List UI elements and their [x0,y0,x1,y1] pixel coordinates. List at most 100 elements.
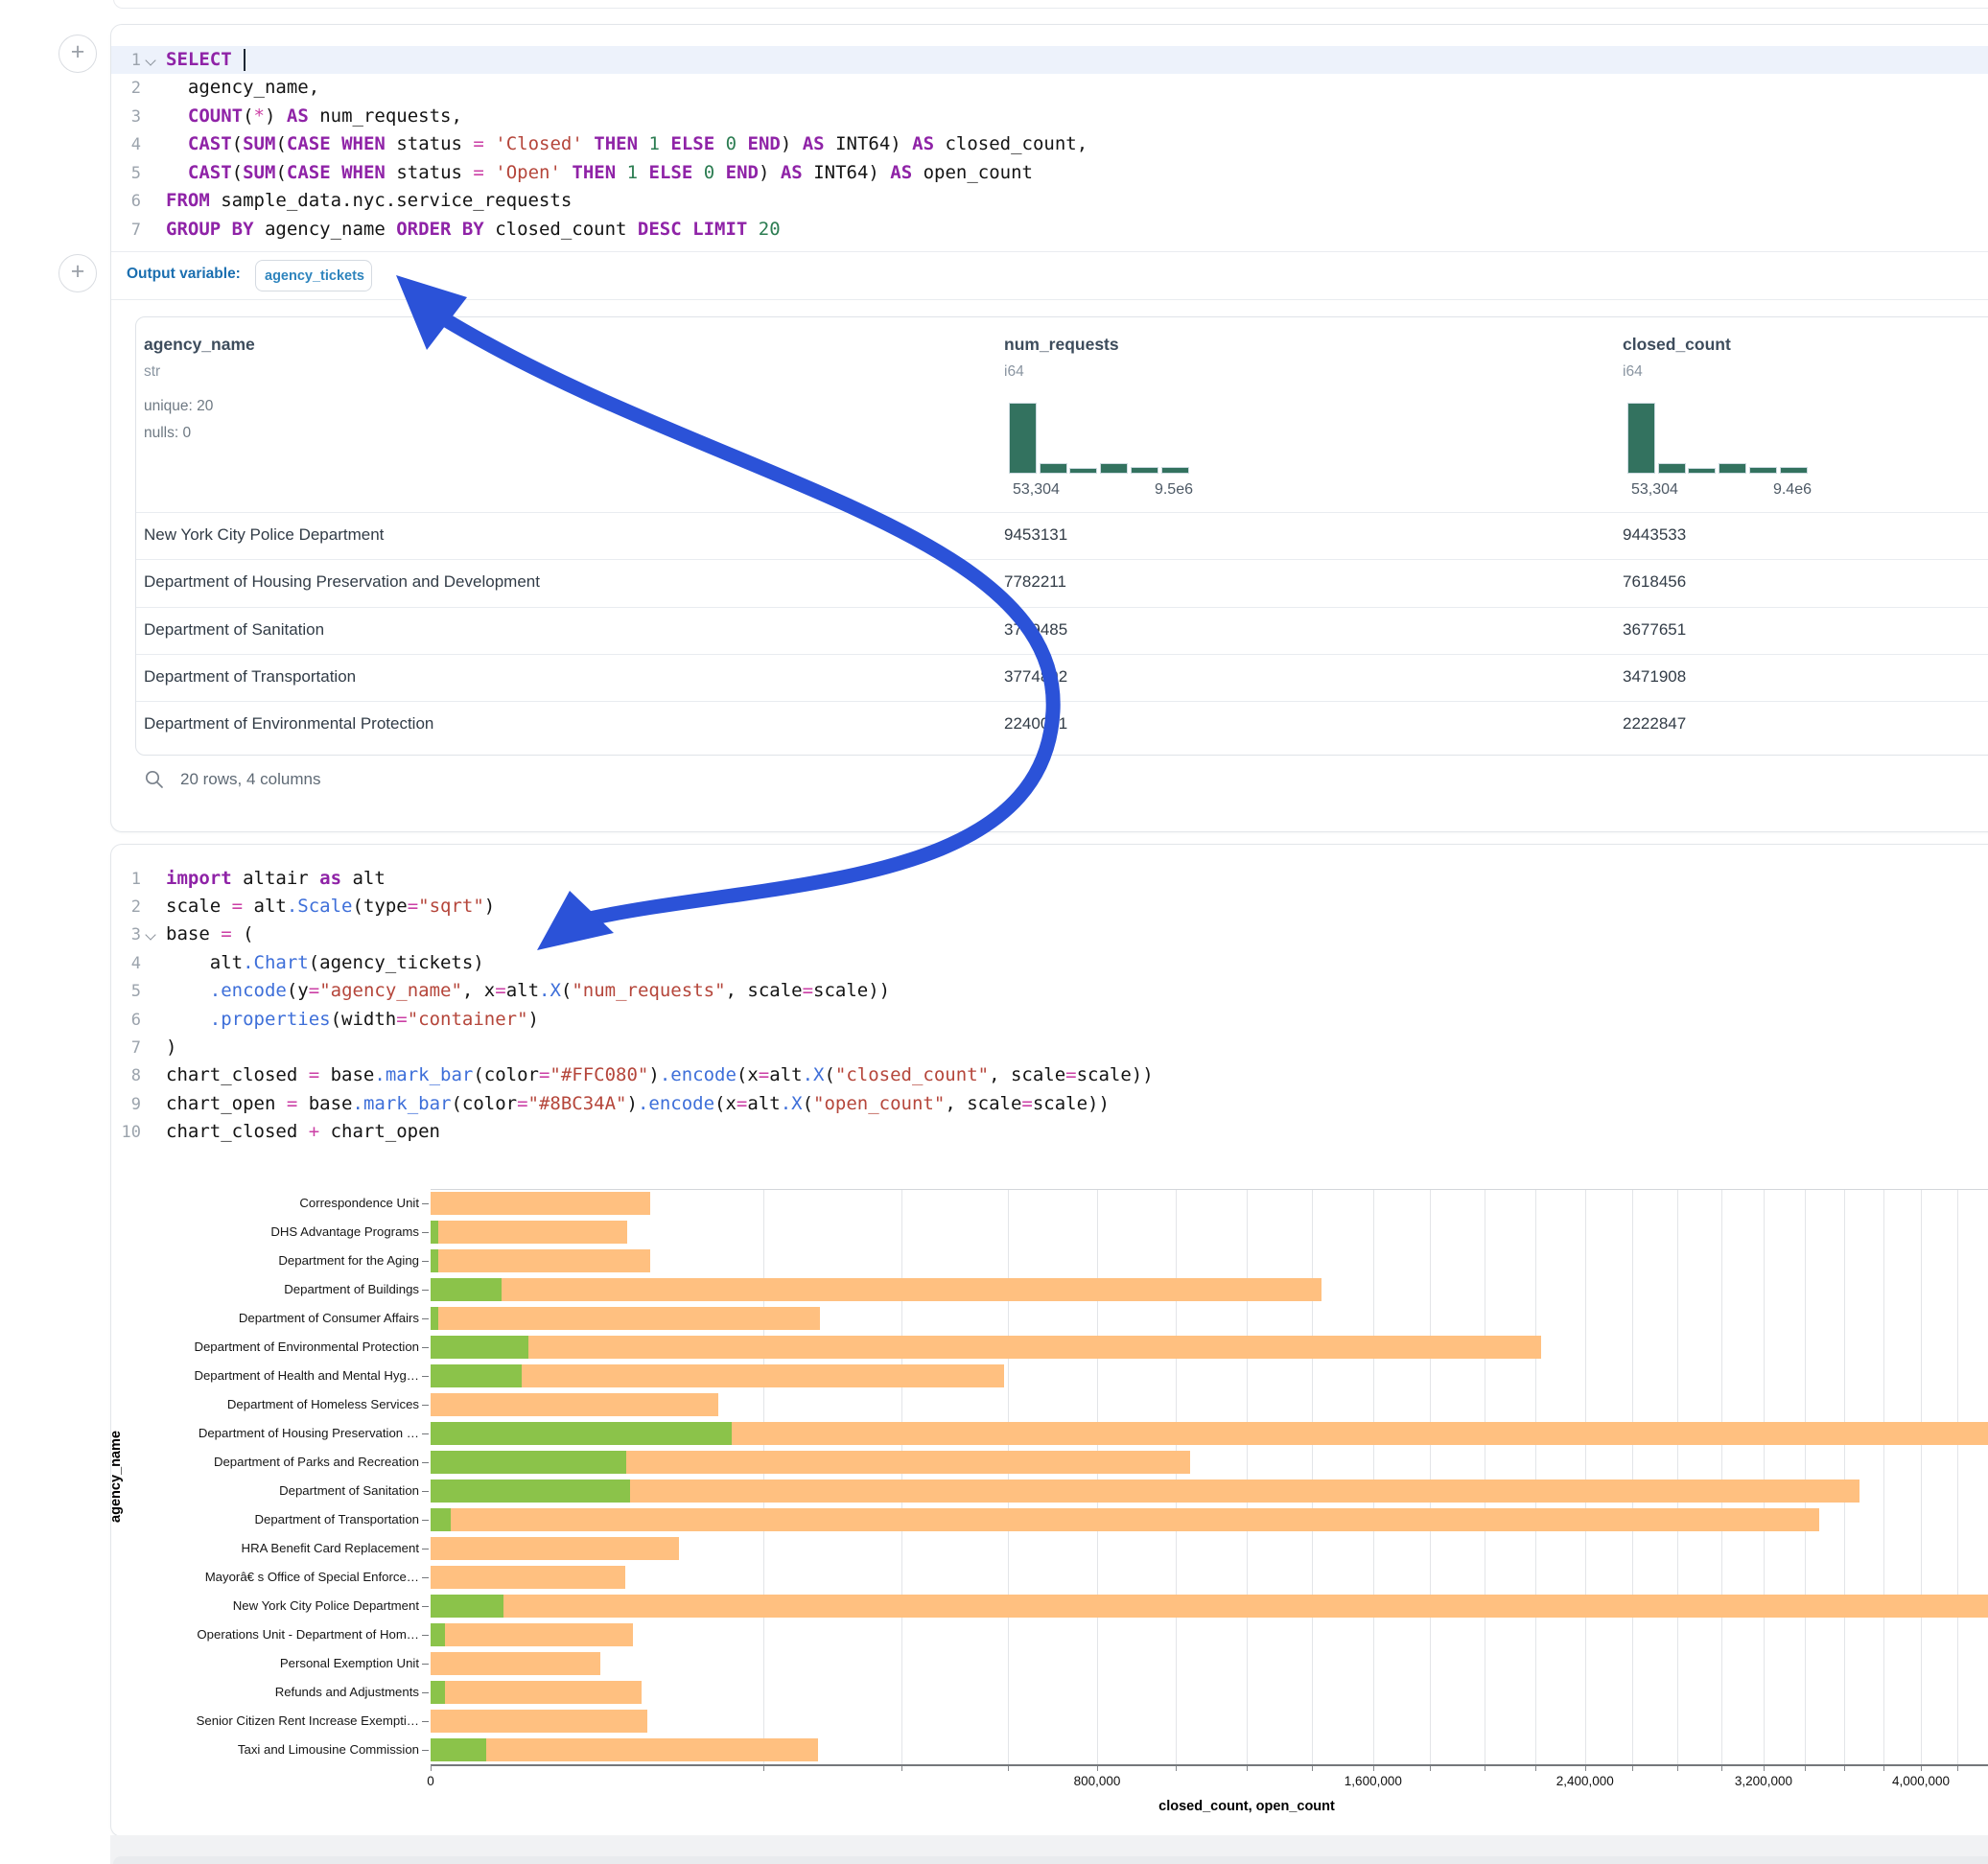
code-token: ) [265,105,287,127]
code-token: "container" [408,1009,528,1030]
x-tick-label: 0 [383,1774,479,1788]
cell-value: 2222847 [1623,714,1686,734]
y-axis-tick [422,1261,429,1262]
line-number: 2 [103,897,141,917]
code-line[interactable]: SELECT [166,49,246,78]
histogram-min-label: 53,304 [1631,481,1678,499]
code-token: agency_name, [166,77,319,98]
code-token: closed_count [484,219,638,240]
cell-agency-name: New York City Police Department [144,525,384,545]
code-token: = [287,1093,297,1114]
code-token: chart_closed [166,1121,309,1142]
code-token: THEN [572,162,616,183]
code-line[interactable]: .properties(width="container") [166,1009,539,1037]
code-token: .encode [210,980,287,1001]
code-token: (color [473,1064,539,1085]
code-line[interactable]: CAST(SUM(CASE WHEN status = 'Open' THEN … [166,162,1033,191]
code-token: = [517,1093,527,1114]
y-axis-title: agency_name [108,1395,124,1558]
cell-value: 9453131 [1004,525,1067,545]
code-line[interactable]: ) [166,1037,176,1064]
code-line[interactable]: alt.Chart(agency_tickets) [166,952,484,980]
code-line[interactable]: chart_closed = base.mark_bar(color="#FFC… [166,1064,1154,1092]
code-line[interactable]: CAST(SUM(CASE WHEN status = 'Closed' THE… [166,133,1088,162]
cell-agency-name: Department of Housing Preservation and D… [144,572,540,592]
y-axis-tick [422,1520,429,1521]
code-token: ELSE [649,162,693,183]
code-token: open_count [912,162,1033,183]
code-line[interactable]: base = ( [166,923,254,951]
y-tick-label: Refunds and Adjustments [144,1685,419,1699]
code-line[interactable]: import altair as alt [166,868,386,896]
y-tick-label: Department of Buildings [144,1282,419,1296]
code-token: SELECT [166,49,232,70]
code-token: ELSE [670,133,714,154]
y-tick-label: Personal Exemption Unit [144,1656,419,1670]
code-token: import [166,868,232,889]
code-token: .mark_bar [353,1093,452,1114]
code-token: ) [759,162,781,183]
x-axis-tick [1535,1765,1536,1771]
x-axis-line [431,1764,1988,1766]
gridline [1957,1189,1958,1764]
code-token [232,49,243,70]
histogram-bar [1040,463,1067,474]
code-line[interactable]: COUNT(*) AS num_requests, [166,105,462,134]
line-number: 1 [103,51,141,70]
x-axis-tick [1677,1765,1678,1771]
bar-closed-count [431,1566,625,1589]
code-line[interactable]: chart_open = base.mark_bar(color="#8BC34… [166,1093,1110,1121]
add-cell-button[interactable]: + [58,35,97,73]
code-line[interactable]: GROUP BY agency_name ORDER BY closed_cou… [166,219,781,247]
line-number: 4 [103,135,141,154]
cell-value: 3774892 [1004,667,1067,687]
code-token: = [539,1064,550,1085]
code-token: "#8BC34A" [528,1093,627,1114]
code-token: closed_count, [934,133,1088,154]
code-token: ( [803,1093,813,1114]
code-token: .X [539,980,561,1001]
code-line[interactable]: scale = alt.Scale(type="sqrt") [166,896,495,923]
code-token: 0 [704,162,714,183]
gridline [1764,1189,1765,1764]
y-tick-label: Department of Homeless Services [144,1397,419,1411]
x-axis-title: closed_count, open_count [1141,1799,1352,1814]
gridline [1430,1189,1431,1764]
code-token [682,219,692,240]
y-tick-label: New York City Police Department [144,1598,419,1613]
code-token: scale)) [1033,1093,1110,1114]
code-line[interactable]: agency_name, [166,77,319,105]
bar-open-count [431,1221,438,1244]
y-axis-tick [422,1750,429,1751]
cell-value: 7782211 [1004,572,1066,592]
gridline [1632,1189,1633,1764]
search-icon[interactable] [144,769,165,790]
column-type: i64 [1623,363,1643,381]
code-token: (y [287,980,309,1001]
code-token: alt [243,896,287,917]
code-token: THEN [594,133,638,154]
code-token: AS [287,105,309,127]
code-token: "open_count" [813,1093,945,1114]
code-token: alt [747,1093,780,1114]
column-stat: nulls: 0 [144,425,191,442]
x-axis-tick [1721,1765,1722,1771]
output-variable-field[interactable]: agency_tickets [255,260,372,291]
code-token [747,219,758,240]
code-token: (agency_tickets) [309,952,484,973]
gridline [1312,1189,1313,1764]
code-line[interactable]: FROM sample_data.nyc.service_requests [166,190,572,219]
next-cell-edge [113,1856,1988,1864]
code-line[interactable]: chart_closed + chart_open [166,1121,440,1149]
code-token: SUM [243,133,275,154]
bar-closed-count [431,1192,650,1215]
bar-open-count [431,1595,503,1618]
code-token: = [759,1064,769,1085]
code-token: ) [166,1037,176,1058]
histogram-bar [1161,467,1189,474]
add-cell-button[interactable]: + [58,254,97,292]
code-line[interactable]: .encode(y="agency_name", x=alt.X("num_re… [166,980,890,1008]
gridline [1585,1189,1586,1764]
code-token: scale)) [813,980,890,1001]
text-caret [244,49,246,71]
